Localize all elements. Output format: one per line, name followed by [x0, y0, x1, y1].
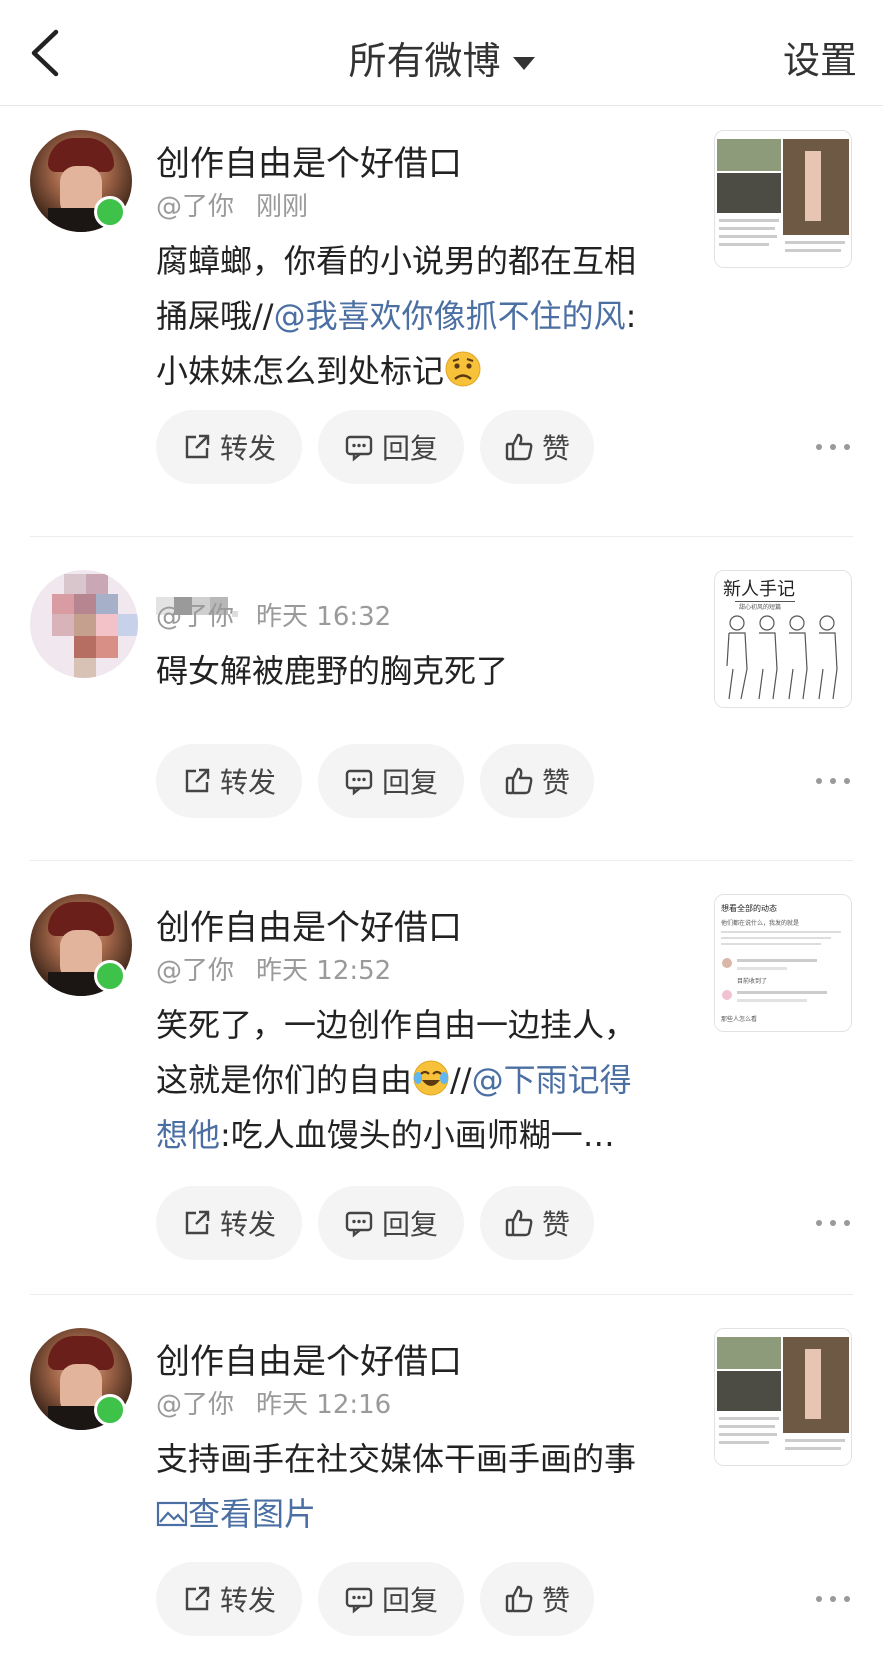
more-options-icon[interactable]	[813, 1213, 853, 1233]
online-status-dot	[94, 960, 126, 992]
thumbnail-subtitle: 甜心初风的短篇	[739, 603, 781, 611]
more-options-icon[interactable]	[813, 771, 853, 791]
mention-handle[interactable]: @了你	[156, 192, 234, 222]
post-time: 刚刚	[256, 192, 309, 222]
post-meta: @了你 昨天 12:16	[156, 1384, 391, 1421]
top-bar: 所有微博 设置	[0, 0, 883, 106]
thumbnail-text: 他们都在说什么，我发的就是	[721, 919, 799, 927]
post-divider	[30, 1294, 853, 1295]
share-icon	[185, 434, 210, 459]
avatar[interactable]	[30, 570, 138, 678]
post-image-thumbnail[interactable]	[714, 130, 852, 268]
post-text: 腐蟑螂，你看的小说男的都在互相 捅屎哦//@我喜欢你像抓不住的风: 小妹妹怎么到…	[156, 242, 637, 390]
mention-handle[interactable]: @了你	[156, 602, 234, 632]
reply-button[interactable]: 回复	[318, 744, 464, 818]
mention-link[interactable]: @我喜欢你像抓不住的风	[274, 297, 626, 335]
mention-link[interactable]: 想他	[156, 1116, 220, 1154]
reply-button[interactable]: 回复	[318, 410, 464, 484]
tears-of-joy-emoji-icon	[413, 1060, 449, 1096]
thumbs-up-icon	[505, 1585, 533, 1613]
post-actions: 转发 回复 赞	[156, 410, 853, 484]
post-divider	[30, 536, 853, 537]
post-image-thumbnail[interactable]	[714, 1328, 852, 1466]
online-status-dot	[94, 196, 126, 228]
post-time: 昨天 12:16	[256, 1390, 392, 1420]
thumbs-up-icon	[505, 433, 533, 461]
post-actions: 转发 回复 赞	[156, 1562, 853, 1636]
like-button[interactable]: 赞	[480, 744, 594, 818]
reply-button[interactable]: 回复	[318, 1562, 464, 1636]
thumbnail-title: 新人手记	[723, 579, 795, 600]
comment-icon	[345, 1587, 373, 1614]
mention-handle[interactable]: @了你	[156, 1390, 234, 1420]
thumbs-up-icon	[505, 767, 533, 795]
settings-button[interactable]: 设置	[783, 30, 857, 84]
thumbnail-text: 目前收到了	[737, 977, 767, 985]
worried-face-emoji-icon	[445, 351, 481, 387]
share-icon	[185, 768, 210, 793]
thumbs-up-icon	[505, 1209, 533, 1237]
repost-button[interactable]: 转发	[156, 1186, 302, 1260]
post-image-thumbnail[interactable]: 新人手记 甜心初风的短篇	[714, 570, 852, 708]
comment-icon	[345, 769, 373, 796]
like-button[interactable]: 赞	[480, 1186, 594, 1260]
caret-down-icon	[512, 56, 535, 70]
post-meta: @了你 昨天 12:52	[156, 950, 391, 987]
post-image-thumbnail[interactable]: 想看全部的动态 他们都在说什么，我发的就是 目前收到了 那些人怎么看	[714, 894, 852, 1032]
post-text: 碍女解被鹿野的胸克死了	[156, 652, 509, 690]
thumbnail-text: 那些人怎么看	[721, 1015, 757, 1023]
post-time: 昨天 12:52	[256, 956, 392, 986]
comment-icon	[345, 1211, 373, 1238]
like-button[interactable]: 赞	[480, 1562, 594, 1636]
thumbnail-text: 想看全部的动态	[721, 903, 777, 913]
post-text: 支持画手在社交媒体干画手画的事 查看图片	[156, 1432, 676, 1542]
user-name[interactable]: 创作自由是个好借口	[156, 136, 462, 185]
share-icon	[185, 1210, 210, 1235]
like-button[interactable]: 赞	[480, 410, 594, 484]
post-time: 昨天 16:32	[256, 602, 392, 632]
repost-button[interactable]: 转发	[156, 1562, 302, 1636]
post-actions: 转发 回复 赞	[156, 1186, 853, 1260]
post-actions: 转发 回复 赞	[156, 744, 853, 818]
user-name[interactable]: 创作自由是个好借口	[156, 900, 462, 949]
user-name[interactable]: 创作自由是个好借口	[156, 1334, 462, 1383]
page-title: 所有微博	[348, 39, 501, 83]
more-options-icon[interactable]	[813, 1589, 853, 1609]
repost-button[interactable]: 转发	[156, 410, 302, 484]
share-icon	[185, 1586, 210, 1611]
post-meta: @了你 刚刚	[156, 186, 308, 223]
comment-icon	[345, 435, 373, 462]
mention-handle[interactable]: @了你	[156, 956, 234, 986]
reply-button[interactable]: 回复	[318, 1186, 464, 1260]
online-status-dot	[94, 1394, 126, 1426]
repost-button[interactable]: 转发	[156, 744, 302, 818]
more-options-icon[interactable]	[813, 437, 853, 457]
image-icon	[156, 1501, 188, 1527]
view-image-link[interactable]: 查看图片	[156, 1487, 676, 1542]
post-text: 笑死了，一边创作自由一边挂人， 这就是你们的自由//@下雨记得 想他:吃人血馒头…	[156, 1006, 637, 1154]
mention-link[interactable]: @下雨记得	[472, 1061, 632, 1099]
post-divider	[30, 860, 853, 861]
feed-filter-dropdown[interactable]: 所有微博	[0, 30, 883, 85]
post-meta: @了你 昨天 16:32	[156, 596, 391, 633]
